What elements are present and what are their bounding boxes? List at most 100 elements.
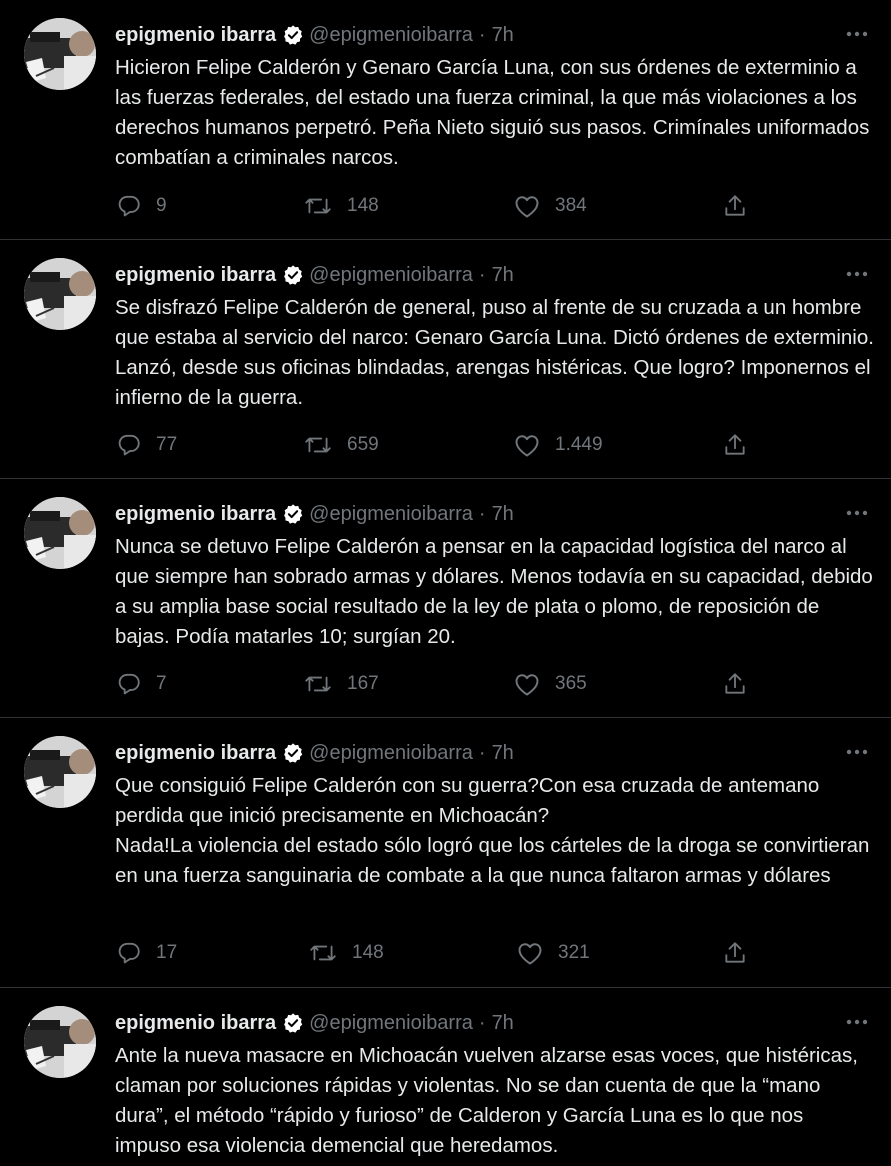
- more-icon[interactable]: [845, 22, 869, 46]
- timestamp[interactable]: 7h: [492, 1012, 514, 1035]
- retweet-count: 148: [347, 195, 379, 216]
- like-count: 384: [555, 195, 587, 216]
- share-icon: [725, 434, 745, 455]
- share-button[interactable]: [722, 936, 748, 970]
- reply-button[interactable]: 77: [116, 428, 177, 462]
- tweet-text: Que consiguió Felipe Calderón con su gue…: [115, 774, 870, 887]
- more-icon[interactable]: [845, 501, 869, 525]
- tweet[interactable]: epigmenio ibarra @epigmenioibarra · 7h H…: [0, 0, 891, 240]
- tweet-header: epigmenio ibarra @epigmenioibarra · 7h: [115, 497, 514, 531]
- reply-icon: [118, 942, 140, 964]
- separator-dot: ·: [478, 263, 486, 286]
- timestamp[interactable]: 7h: [492, 503, 514, 526]
- author-handle[interactable]: @epigmenioibarra: [309, 24, 473, 47]
- avatar-image: [24, 258, 96, 330]
- verified-badge-icon: [282, 742, 304, 764]
- author-name[interactable]: epigmenio ibarra: [115, 1012, 276, 1035]
- reply-count: 17: [156, 942, 178, 963]
- avatar-image: [24, 497, 96, 569]
- reply-icon: [118, 195, 140, 217]
- author-handle[interactable]: @epigmenioibarra: [309, 503, 473, 526]
- avatar[interactable]: [24, 258, 96, 330]
- avatar-image: [24, 736, 96, 808]
- more-icon[interactable]: [845, 262, 869, 286]
- retweet-icon: [305, 676, 331, 692]
- timestamp[interactable]: 7h: [492, 24, 514, 47]
- verified-badge-icon: [282, 264, 304, 286]
- separator-dot: ·: [478, 502, 486, 525]
- author-name[interactable]: epigmenio ibarra: [115, 24, 276, 47]
- tweet[interactable]: epigmenio ibarra @epigmenioibarra · 7h A…: [0, 988, 891, 1166]
- retweet-button[interactable]: 148: [308, 936, 384, 970]
- tweet-text: Se disfrazó Felipe Calderón de general, …: [115, 296, 874, 409]
- tweet-text: Ante la nueva masacre en Michoacán vuelv…: [115, 1044, 858, 1157]
- reply-icon: [118, 673, 140, 695]
- share-icon: [725, 673, 745, 694]
- like-icon: [515, 196, 539, 218]
- like-button[interactable]: 365: [513, 667, 587, 701]
- share-button[interactable]: [722, 667, 748, 701]
- author-name[interactable]: epigmenio ibarra: [115, 742, 276, 765]
- author-handle[interactable]: @epigmenioibarra: [309, 264, 473, 287]
- separator-dot: ·: [478, 23, 486, 46]
- verified-badge-icon: [282, 24, 304, 46]
- like-icon: [515, 435, 539, 457]
- tweet-text: Hicieron Felipe Calderón y Genaro García…: [115, 56, 870, 169]
- author-name[interactable]: epigmenio ibarra: [115, 264, 276, 287]
- retweet-count: 659: [347, 434, 379, 455]
- like-button[interactable]: 321: [516, 936, 590, 970]
- avatar[interactable]: [24, 736, 96, 808]
- tweet-text: Nunca se detuvo Felipe Calderón a pensar…: [115, 535, 873, 648]
- action-bar: 7 167 365: [108, 667, 768, 701]
- author-handle[interactable]: @epigmenioibarra: [309, 742, 473, 765]
- retweet-icon: [305, 437, 331, 453]
- avatar[interactable]: [24, 1006, 96, 1078]
- separator-dot: ·: [478, 741, 486, 764]
- reply-count: 7: [156, 673, 167, 694]
- like-count: 365: [555, 673, 587, 694]
- reply-button[interactable]: 9: [116, 189, 167, 223]
- share-button[interactable]: [722, 189, 748, 223]
- avatar[interactable]: [24, 18, 96, 90]
- share-icon: [725, 942, 745, 963]
- action-bar: 9 148 384: [108, 189, 768, 223]
- retweet-icon: [310, 945, 336, 961]
- action-bar: 77 659 1.449: [108, 428, 768, 462]
- timeline-feed: epigmenio ibarra @epigmenioibarra · 7h H…: [0, 0, 891, 1166]
- more-icon[interactable]: [845, 1010, 869, 1034]
- tweet[interactable]: epigmenio ibarra @epigmenioibarra · 7h Q…: [0, 718, 891, 988]
- separator-dot: ·: [478, 1011, 486, 1034]
- tweet[interactable]: epigmenio ibarra @epigmenioibarra · 7h S…: [0, 240, 891, 479]
- like-icon: [518, 943, 542, 965]
- retweet-count: 148: [352, 942, 384, 963]
- avatar-image: [24, 1006, 96, 1078]
- verified-badge-icon: [282, 503, 304, 525]
- reply-icon: [118, 434, 140, 456]
- avatar[interactable]: [24, 497, 96, 569]
- avatar-image: [24, 18, 96, 90]
- retweet-count: 167: [347, 673, 379, 694]
- tweet[interactable]: epigmenio ibarra @epigmenioibarra · 7h N…: [0, 479, 891, 718]
- retweet-icon: [305, 198, 331, 214]
- tweet-header: epigmenio ibarra @epigmenioibarra · 7h: [115, 736, 514, 770]
- retweet-button[interactable]: 167: [303, 667, 379, 701]
- tweet-header: epigmenio ibarra @epigmenioibarra · 7h: [115, 258, 514, 292]
- timestamp[interactable]: 7h: [492, 264, 514, 287]
- like-button[interactable]: 1.449: [513, 428, 603, 462]
- share-button[interactable]: [722, 428, 748, 462]
- author-handle[interactable]: @epigmenioibarra: [309, 1012, 473, 1035]
- tweet-header: epigmenio ibarra @epigmenioibarra · 7h: [115, 18, 514, 52]
- like-button[interactable]: 384: [513, 189, 587, 223]
- reply-count: 77: [156, 434, 178, 455]
- author-name[interactable]: epigmenio ibarra: [115, 503, 276, 526]
- retweet-button[interactable]: 148: [303, 189, 379, 223]
- reply-button[interactable]: 17: [116, 936, 177, 970]
- reply-count: 9: [156, 195, 167, 216]
- more-icon[interactable]: [845, 740, 869, 764]
- retweet-button[interactable]: 659: [303, 428, 379, 462]
- timestamp[interactable]: 7h: [492, 742, 514, 765]
- like-icon: [515, 674, 539, 696]
- reply-button[interactable]: 7: [116, 667, 167, 701]
- like-count: 1.449: [555, 434, 603, 455]
- verified-badge-icon: [282, 1012, 304, 1034]
